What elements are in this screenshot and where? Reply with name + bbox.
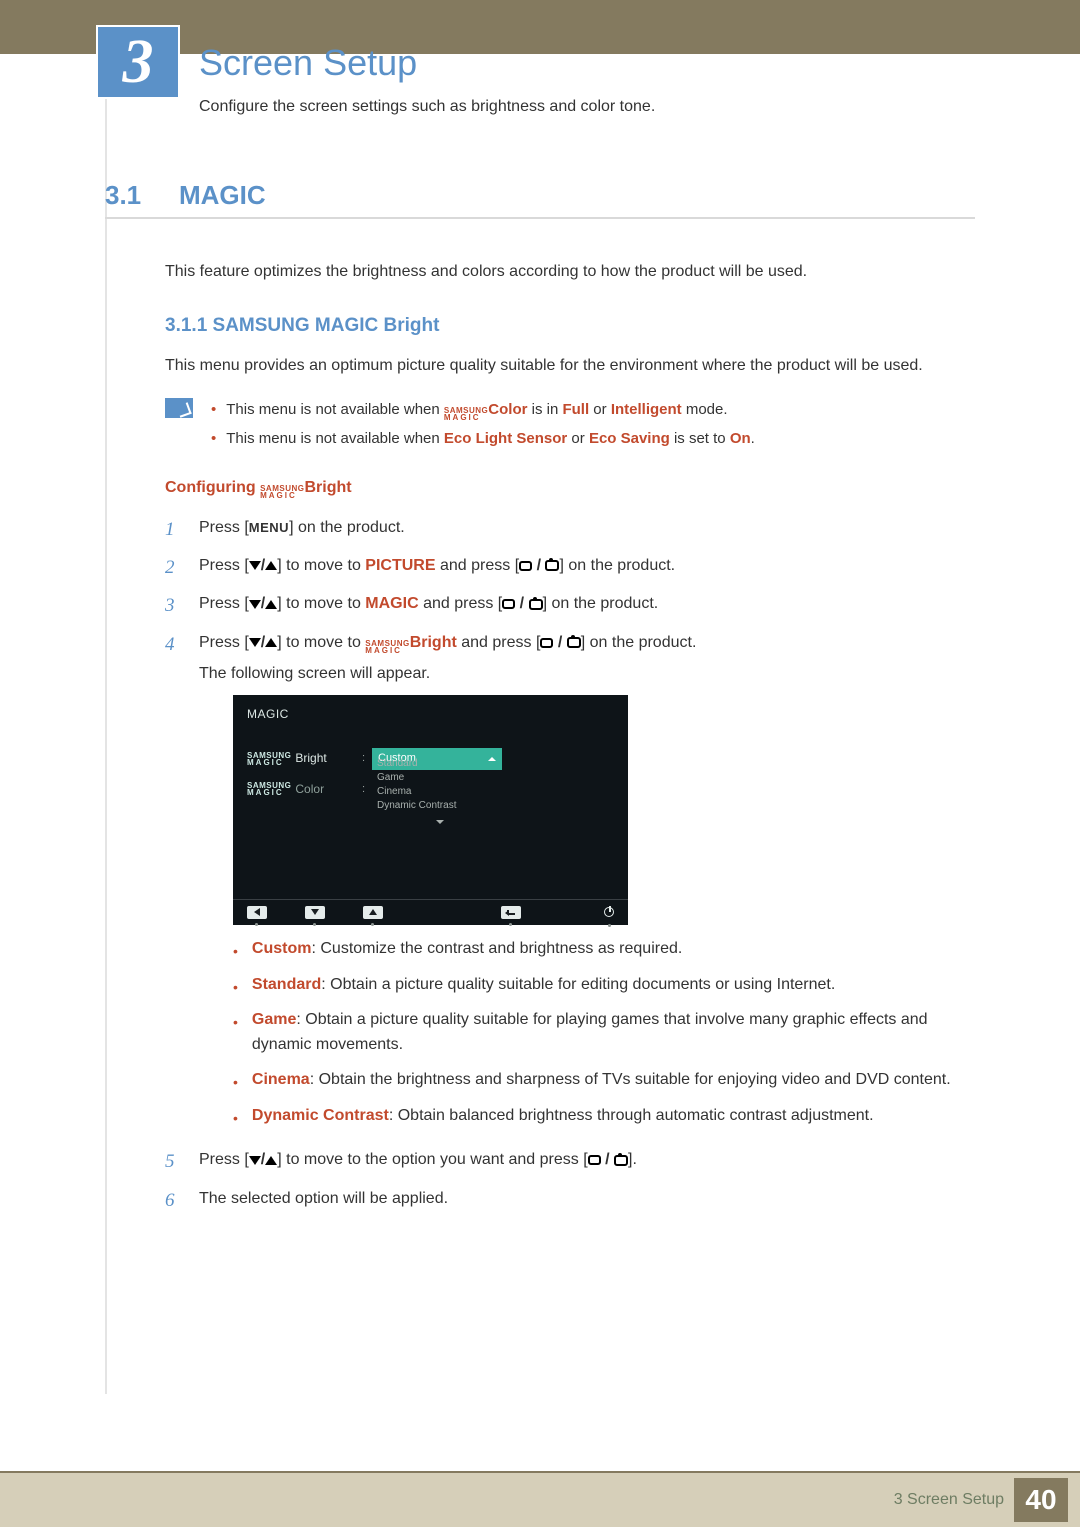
- section-underline: [105, 217, 975, 219]
- bullet-icon: •: [233, 1072, 238, 1094]
- osd-title: MAGIC: [247, 705, 614, 724]
- option-descriptions: •Custom: Customize the contrast and brig…: [233, 937, 975, 1129]
- up-arrow-icon: [265, 1156, 277, 1165]
- steps-list: 1 Press [MENU] on the product. 2 Press […: [165, 515, 975, 1216]
- step-6: 6 The selected option will be applied.: [165, 1186, 975, 1216]
- osd-down-tri-icon: [436, 820, 444, 824]
- note-block: • This menu is not available when SAMSUN…: [165, 396, 975, 453]
- step-3: 3 Press [/] to move to MAGIC and press […: [165, 591, 975, 621]
- osd-options-list: Standard Game Cinema Dynamic Contrast: [370, 757, 502, 829]
- up-arrow-icon: [265, 561, 277, 570]
- source-icon: [519, 561, 532, 571]
- chapter-number: 3: [123, 27, 154, 98]
- step-1: 1 Press [MENU] on the product.: [165, 515, 975, 545]
- bullet-icon: •: [233, 1108, 238, 1130]
- step-2: 2 Press [/] to move to PICTURE and press…: [165, 553, 975, 583]
- enter-icon: [529, 599, 543, 610]
- page-title: Screen Setup: [199, 42, 417, 84]
- page-footer: 3 Screen Setup 40: [0, 1471, 1080, 1527]
- enter-icon: [545, 560, 559, 571]
- up-arrow-icon: [265, 638, 277, 647]
- samsung-magic-logo: SAMSUNGMAGIC: [260, 485, 304, 499]
- down-arrow-icon: [249, 1156, 261, 1165]
- step-4-note: The following screen will appear.: [199, 661, 975, 687]
- osd-up-button: [363, 906, 383, 919]
- intro-text: Configure the screen settings such as br…: [199, 98, 655, 116]
- samsung-magic-logo: SAMSUNGMAGIC: [247, 782, 291, 796]
- osd-left-button: [247, 906, 267, 919]
- bullet-icon: •: [211, 425, 216, 454]
- down-arrow-icon: [249, 600, 261, 609]
- osd-screenshot: MAGIC SAMSUNGMAGICBright : Custom SAMSUN…: [233, 695, 628, 925]
- section-paragraph: This feature optimizes the brightness an…: [165, 259, 975, 285]
- source-icon: [502, 599, 515, 609]
- config-heading: Configuring SAMSUNGMAGICBright: [165, 479, 975, 500]
- subsection-paragraph: This menu provides an optimum picture qu…: [165, 353, 975, 379]
- enter-icon: [614, 1155, 628, 1166]
- note-emph: Color: [488, 401, 527, 418]
- main-content: 3.1 MAGIC This feature optimizes the bri…: [105, 180, 975, 1224]
- samsung-magic-logo: SAMSUNGMAGIC: [247, 752, 291, 766]
- down-arrow-icon: [249, 561, 261, 570]
- section-title: MAGIC: [179, 180, 266, 211]
- footer-text: 3 Screen Setup: [894, 1491, 1004, 1509]
- bullet-icon: •: [233, 977, 238, 999]
- section-heading-row: 3.1 MAGIC: [105, 180, 975, 211]
- step-4: 4 Press [/] to move to SAMSUNGMAGICBrigh…: [165, 630, 975, 1140]
- section-number: 3.1: [105, 180, 157, 211]
- osd-power-icon: [604, 907, 614, 917]
- step-5: 5 Press [/] to move to the option you wa…: [165, 1147, 975, 1177]
- osd-down-button: [305, 906, 325, 919]
- subsection-heading: 3.1.1 SAMSUNG MAGIC Bright: [165, 315, 975, 337]
- bullet-icon: •: [233, 941, 238, 963]
- osd-enter-button: [501, 906, 521, 919]
- note-list: • This menu is not available when SAMSUN…: [211, 396, 755, 453]
- note-text: This menu is not available when: [226, 401, 444, 418]
- source-icon: [540, 638, 553, 648]
- enter-icon: [567, 637, 581, 648]
- bullet-icon: •: [233, 1012, 238, 1058]
- note-icon: [165, 398, 193, 418]
- chapter-number-badge: 3: [96, 25, 180, 99]
- samsung-magic-logo: SAMSUNGMAGIC: [365, 640, 409, 654]
- page-number-badge: 40: [1014, 1478, 1068, 1522]
- down-arrow-icon: [249, 638, 261, 647]
- source-icon: [588, 1155, 601, 1165]
- samsung-magic-logo: SAMSUNGMAGIC: [444, 407, 488, 421]
- bullet-icon: •: [211, 396, 216, 425]
- menu-button-label: MENU: [249, 520, 289, 535]
- up-arrow-icon: [265, 600, 277, 609]
- osd-button-bar: [233, 899, 628, 919]
